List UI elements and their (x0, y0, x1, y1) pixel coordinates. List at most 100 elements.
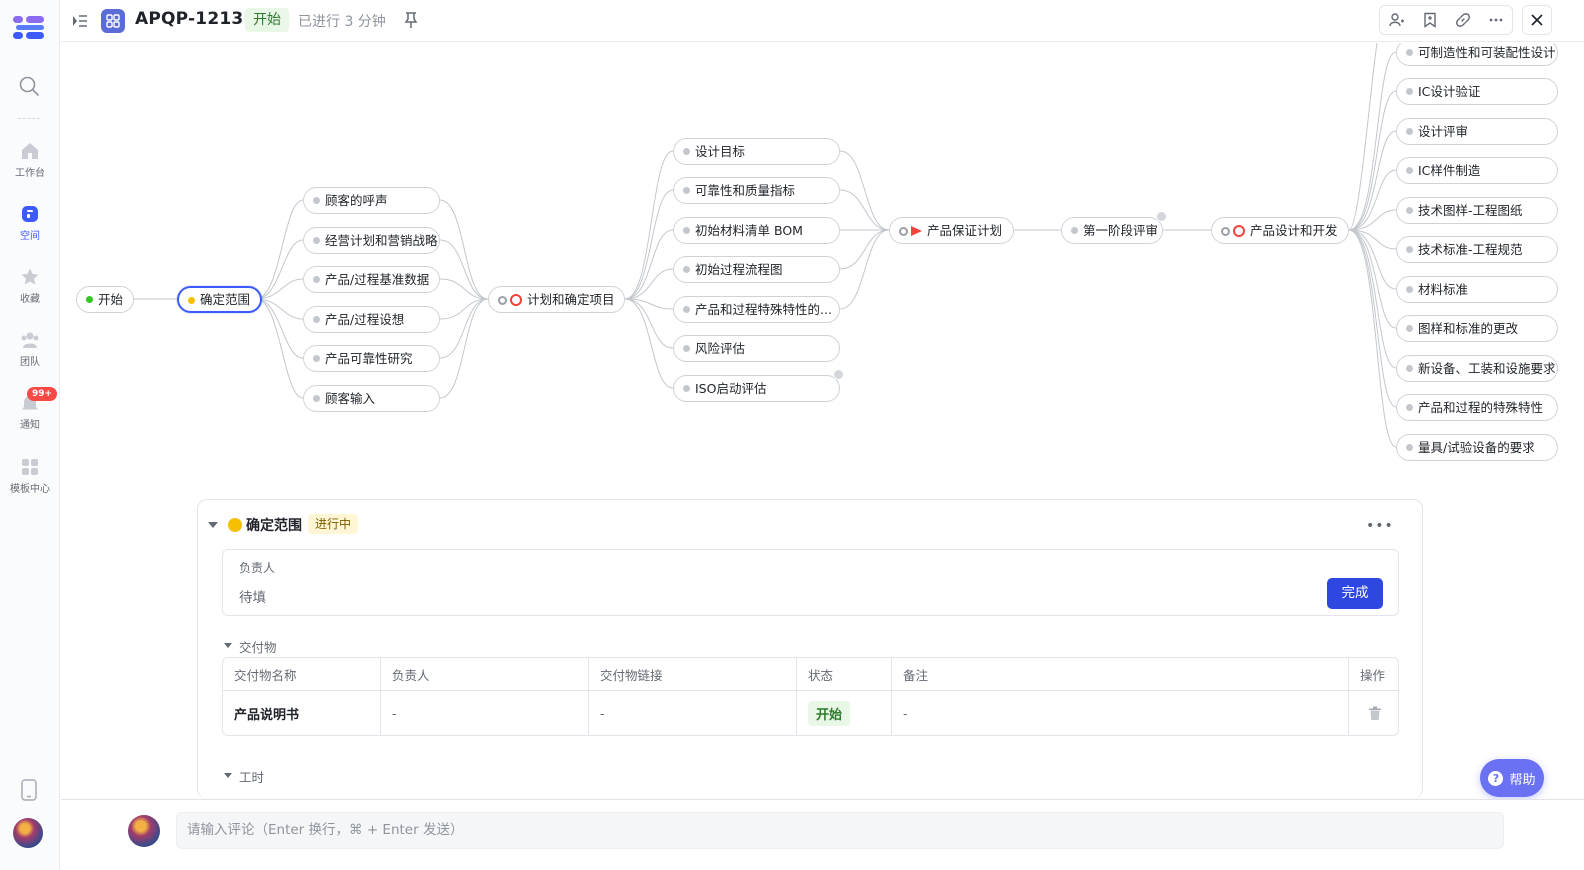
delete-icon[interactable] (1368, 706, 1382, 721)
collapse-toggle[interactable] (1156, 211, 1167, 222)
column-header: 备注 (892, 658, 1349, 690)
app-logo-icon[interactable] (13, 14, 47, 40)
deliverable-link-cell[interactable]: - (589, 691, 797, 735)
node-detail-panel: 确定范围 进行中 ••• 负责人 待填 完成 交付物 交付物名称 负责人 交付物… (197, 499, 1423, 799)
left-nav-rail: 工作台 空间 收藏 团队 通知 99+ 模板中心 (0, 0, 60, 870)
user-avatar[interactable] (13, 818, 43, 848)
mindmap-node-plan-child[interactable]: 设计目标 (673, 138, 840, 165)
mindmap-node-assurance[interactable]: 产品保证计划 (889, 217, 1014, 244)
mindmap-node-scope-child[interactable]: 产品可靠性研究 (303, 345, 440, 372)
mindmap-node-review[interactable]: 第一阶段评审 (1061, 217, 1163, 244)
mindmap-node-plan-child[interactable]: 可靠性和质量指标 (673, 177, 840, 204)
node-label: 风险评估 (695, 341, 746, 356)
mindmap-node-scope[interactable]: 确定范围 (177, 286, 263, 313)
pin-icon[interactable] (403, 11, 419, 29)
mindmap-node-scope-child[interactable]: 经营计划和营销战略 (303, 227, 440, 254)
table-row: 产品说明书 - - 开始 - (223, 691, 1398, 735)
app-root: 工作台 空间 收藏 团队 通知 99+ 模板中心 APQP-1213IC 开始 … (0, 0, 1584, 870)
node-label: 确定范围 (200, 292, 251, 307)
mindmap-node-plan-child[interactable]: 初始过程流程图 (673, 256, 840, 283)
complete-button[interactable]: 完成 (1327, 578, 1383, 609)
mindmap-node-design-child[interactable]: 可制造性和可装配性设计 (1396, 43, 1558, 66)
status-dot (228, 518, 242, 532)
owner-label: 负责人 (239, 561, 276, 575)
nav-item-workbench[interactable]: 工作台 (0, 141, 60, 179)
deliverable-status-cell[interactable]: 开始 (797, 691, 892, 735)
detail-title: 确定范围 (246, 518, 302, 534)
close-button[interactable] (1522, 5, 1552, 35)
mindmap-node-plan-child[interactable]: ISO启动评估 (673, 375, 840, 402)
nav-divider (18, 118, 40, 119)
collapse-toggle[interactable] (833, 369, 844, 380)
mindmap-node-design-child[interactable]: 技术图样-工程图纸 (1396, 197, 1558, 224)
deliverables-collapse-icon[interactable] (224, 643, 232, 648)
mindmap-node-plan-child[interactable]: 产品和过程特殊特性的... (673, 296, 840, 323)
mindmap-node-start[interactable]: 开始 (76, 286, 135, 313)
notification-badge: 99+ (27, 387, 58, 401)
node-label: 产品和过程特殊特性的... (695, 302, 832, 317)
comment-input[interactable]: 请输入评论（Enter 换行，⌘ + Enter 发送） (176, 812, 1504, 849)
mindmap-node-design-child[interactable]: 图样和标准的更改 (1396, 315, 1558, 342)
node-label: 开始 (98, 292, 124, 307)
more-icon (1489, 18, 1502, 22)
column-header: 操作 (1360, 667, 1386, 683)
node-label: 顾客的呼声 (325, 193, 388, 208)
members-button[interactable] (1380, 6, 1413, 34)
mindmap-canvas[interactable]: 开始 确定范围 顾客的呼声 经营计划和营销战略 产品/过程基准数据 产品/过程设… (61, 43, 1584, 498)
home-icon (22, 143, 38, 159)
deliverable-owner-cell[interactable]: - (381, 691, 589, 735)
workflow-status-badge[interactable]: 开始 (245, 8, 289, 32)
search-icon[interactable] (18, 75, 40, 97)
copy-link-button[interactable] (1446, 6, 1479, 34)
mindmap-node-scope-child[interactable]: 顾客的呼声 (303, 187, 440, 214)
mindmap-node-scope-child[interactable]: 产品/过程基准数据 (303, 266, 440, 293)
top-bar: APQP-1213IC 开始 已进行 3 分钟 (61, 0, 1584, 42)
more-actions-button[interactable] (1479, 6, 1512, 34)
hours-label: 工时 (239, 770, 265, 785)
help-button[interactable]: ? 帮助 (1480, 759, 1544, 797)
deliverable-status-badge[interactable]: 开始 (808, 701, 851, 726)
node-label: IC设计验证 (1418, 84, 1481, 99)
mindmap-node-design-child[interactable]: 新设备、工装和设施要求 (1396, 355, 1558, 382)
node-label: 第一阶段评审 (1083, 223, 1159, 238)
owner-value[interactable]: 待填 (239, 586, 266, 606)
mindmap-node-scope-child[interactable]: 产品/过程设想 (303, 306, 440, 333)
flag-icon (911, 226, 922, 236)
deliverable-note-cell[interactable]: - (892, 691, 1349, 735)
nav-item-team[interactable]: 团队 (0, 330, 60, 368)
mindmap-node-design-child[interactable]: IC设计验证 (1396, 78, 1558, 105)
team-icon (21, 332, 39, 348)
column-header: 状态 (797, 658, 892, 690)
mindmap-node-scope-child[interactable]: 顾客输入 (303, 385, 440, 412)
hours-collapse-icon[interactable] (224, 773, 232, 778)
more-icon[interactable]: ••• (1366, 518, 1394, 534)
mindmap-node-design-child[interactable]: 技术标准-工程规范 (1396, 236, 1558, 263)
node-label: 产品/过程基准数据 (325, 272, 430, 287)
node-label: 初始材料清单 BOM (695, 223, 803, 238)
mindmap-node-design-child[interactable]: 量具/试验设备的要求 (1396, 434, 1558, 461)
mindmap-node-plan-child[interactable]: 初始材料清单 BOM (673, 217, 840, 244)
sidebar-toggle-icon[interactable] (71, 12, 89, 30)
node-label: 初始过程流程图 (695, 262, 783, 277)
mindmap-node-design-child[interactable]: 材料标准 (1396, 276, 1558, 303)
mindmap-node-design-child[interactable]: IC样件制造 (1396, 157, 1558, 184)
nav-label-space: 空间 (20, 231, 40, 242)
mindmap-node-design-child[interactable]: 设计评审 (1396, 118, 1558, 145)
mindmap-node-plan-child[interactable]: 风险评估 (673, 335, 840, 362)
bookmark-button[interactable] (1413, 6, 1446, 34)
nav-item-space[interactable]: 空间 (0, 204, 60, 242)
mindmap-node-design-child[interactable]: 产品和过程的特殊特性 (1396, 394, 1558, 421)
node-label: 产品/过程设想 (325, 312, 405, 327)
mindmap-node-plan[interactable]: 计划和确定项目 (488, 286, 625, 313)
collapse-arrow-icon[interactable] (208, 522, 218, 528)
nav-item-favorites[interactable]: 收藏 (0, 267, 60, 305)
link-icon (1455, 13, 1470, 27)
space-icon (22, 206, 38, 222)
commenter-avatar (128, 815, 160, 847)
detail-status-badge[interactable]: 进行中 (308, 514, 359, 534)
mindmap-node-design[interactable]: 产品设计和开发 (1211, 217, 1349, 244)
deliverable-name-cell[interactable]: 产品说明书 (223, 691, 381, 735)
mobile-icon[interactable] (20, 779, 38, 801)
nav-item-templates[interactable]: 模板中心 (0, 457, 60, 495)
node-label: 产品设计和开发 (1250, 223, 1338, 238)
